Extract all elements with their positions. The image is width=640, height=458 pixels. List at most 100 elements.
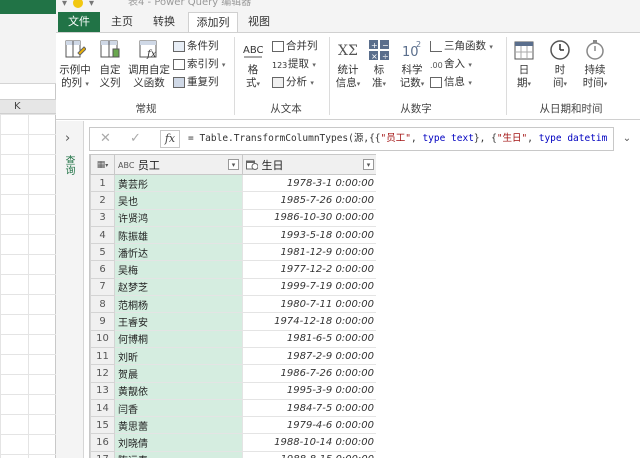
standard-button[interactable]: + − × ÷ 标准▾ [367,39,391,91]
employee-cell[interactable]: 潘忻达 [114,243,243,262]
duration-button[interactable]: 持续 时间▾ [580,39,610,91]
tab-view[interactable]: 视图 [244,12,274,32]
conditional-column-button[interactable]: 条件列 [173,39,219,53]
birthday-cell[interactable]: 1980-7-11 0:00:00 [242,295,376,314]
birthday-cell[interactable]: 1988-8-15 0:00:00 [242,450,376,458]
invoke-custom-function-button[interactable]: fx 调用自定 义函数 [126,39,172,90]
filter-dropdown-icon[interactable]: ▾ [228,159,239,170]
birthday-cell[interactable]: 1974-12-18 0:00:00 [242,312,376,331]
column-name: 生日 [261,158,284,172]
index-column-button[interactable]: 索引列 ▾ [173,57,225,72]
birthday-cell[interactable]: 1977-12-2 0:00:00 [242,260,376,279]
row-number[interactable]: 7 [90,277,115,297]
merge-columns-button[interactable]: 合并列 [272,39,318,53]
birthday-cell[interactable]: 1981-12-9 0:00:00 [242,243,376,262]
format-button[interactable]: ABC 格式▾ [239,39,267,91]
trigonometry-icon [430,40,442,52]
row-number[interactable]: 16 [90,433,115,452]
employee-cell[interactable]: 刘晓倩 [114,433,243,452]
custom-column-button[interactable]: 自定 义列 [96,39,124,90]
rounding-button[interactable]: .00舍入 ▾ [430,57,472,72]
employee-cell[interactable]: 何博桐 [114,329,243,348]
birthday-cell[interactable]: 1986-7-26 0:00:00 [242,364,376,383]
employee-cell[interactable]: 吴梅 [114,260,243,279]
employee-cell[interactable]: 陈振雄 [114,225,243,245]
row-number[interactable]: 6 [90,260,115,279]
row-number[interactable]: 9 [90,312,115,331]
formula-buttons: ✕ ✓ [90,128,160,150]
cancel-formula-icon[interactable]: ✕ [100,131,111,146]
employee-cell[interactable]: 吴也 [114,191,243,210]
tab-file[interactable]: 文件 [58,12,100,32]
datetime-type-icon[interactable] [246,160,259,172]
tab-transform[interactable]: 转换 [146,12,182,32]
insert-function-button[interactable]: fx [160,130,180,148]
excel-column-header: K [0,99,56,114]
date-button[interactable]: 日期▾ [511,39,537,91]
expand-queries-chevron-icon[interactable]: › [65,131,70,146]
birthday-cell[interactable]: 1978-3-1 0:00:00 [242,173,376,193]
custom-column-icon [100,40,120,58]
information-button[interactable]: 信息 ▾ [430,75,472,90]
employee-cell[interactable]: 黄靓依 [114,381,243,400]
expand-formula-bar-icon[interactable]: ⌄ [618,127,636,151]
employee-cell[interactable]: 范桐杨 [114,295,243,314]
row-number[interactable]: 15 [90,416,115,435]
filter-dropdown-icon[interactable]: ▾ [363,159,374,170]
column-header-birthday[interactable]: 生日 ▾ [242,154,376,175]
queries-pane: › 查询 [56,121,84,458]
employee-cell[interactable]: 赵梦芝 [114,277,243,297]
trigonometry-button[interactable]: 三角函数 ▾ [430,39,493,54]
row-number[interactable]: 13 [90,381,115,400]
extract-button[interactable]: 123提取 ▾ [272,57,316,72]
row-number[interactable]: 5 [90,243,115,262]
employee-cell[interactable]: 黄思蕾 [114,416,243,435]
tab-home[interactable]: 主页 [106,12,138,32]
svg-text:+: + [371,41,378,50]
employee-cell[interactable]: 许贤鸿 [114,208,243,227]
tab-add-column[interactable]: 添加列 [188,12,238,33]
scientific-button[interactable]: 10 2 科学 记数▾ [397,39,427,91]
row-number[interactable]: 17 [90,450,115,458]
confirm-formula-icon[interactable]: ✓ [130,131,141,146]
employee-cell[interactable]: 闫香 [114,398,243,418]
table-row: 9 王睿安 1974-12-18 0:00:00 [90,312,376,331]
excel-ribbon-band [0,14,56,84]
formula-input[interactable]: = Table.TransformColumnTypes(源,{{"员工", t… [188,128,608,150]
statistics-button[interactable]: XΣ 统计 信息▾ [333,39,363,91]
svg-text:fx: fx [146,49,157,60]
table-row: 17陈运春1988-8-15 0:00:00 [90,450,376,458]
row-number[interactable]: 12 [90,364,115,383]
table-select-all[interactable]: ▦▾ [90,154,115,175]
row-number[interactable]: 10 [90,329,115,348]
birthday-cell[interactable]: 1979-4-6 0:00:00 [242,416,376,435]
birthday-cell[interactable]: 1981-6-5 0:00:00 [242,329,376,348]
parse-button[interactable]: 分析 ▾ [272,75,314,90]
birthday-cell[interactable]: 1987-2-9 0:00:00 [242,346,376,366]
birthday-cell[interactable]: 1993-5-18 0:00:00 [242,225,376,245]
birthday-cell[interactable]: 1999-7-19 0:00:00 [242,277,376,297]
row-number[interactable]: 1 [90,173,115,193]
column-from-examples-button[interactable]: 示例中 的列 ▾ [58,39,92,91]
column-name: 员工 [137,158,160,172]
employee-cell[interactable]: 刘昕 [114,346,243,366]
employee-cell[interactable]: 贺晨 [114,364,243,383]
birthday-cell[interactable]: 1984-7-5 0:00:00 [242,398,376,418]
row-number[interactable]: 8 [90,295,115,314]
birthday-cell[interactable]: 1986-10-30 0:00:00 [242,208,376,227]
birthday-cell[interactable]: 1988-10-14 0:00:00 [242,433,376,452]
birthday-cell[interactable]: 1995-3-9 0:00:00 [242,381,376,400]
employee-cell[interactable]: 陈运春 [114,450,243,458]
time-button[interactable]: 时间▾ [547,39,573,91]
employee-cell[interactable]: 黄芸彤 [114,173,243,193]
row-number[interactable]: 11 [90,346,115,366]
duplicate-column-button[interactable]: 重复列 [173,75,219,89]
column-header-employee[interactable]: ABC 员工 ▾ [114,154,243,175]
text-type-icon[interactable]: ABC [118,161,134,170]
row-number[interactable]: 14 [90,398,115,418]
birthday-cell[interactable]: 1985-7-26 0:00:00 [242,191,376,210]
employee-cell[interactable]: 王睿安 [114,312,243,331]
row-number[interactable]: 3 [90,208,115,227]
row-number[interactable]: 4 [90,225,115,245]
row-number[interactable]: 2 [90,191,115,210]
